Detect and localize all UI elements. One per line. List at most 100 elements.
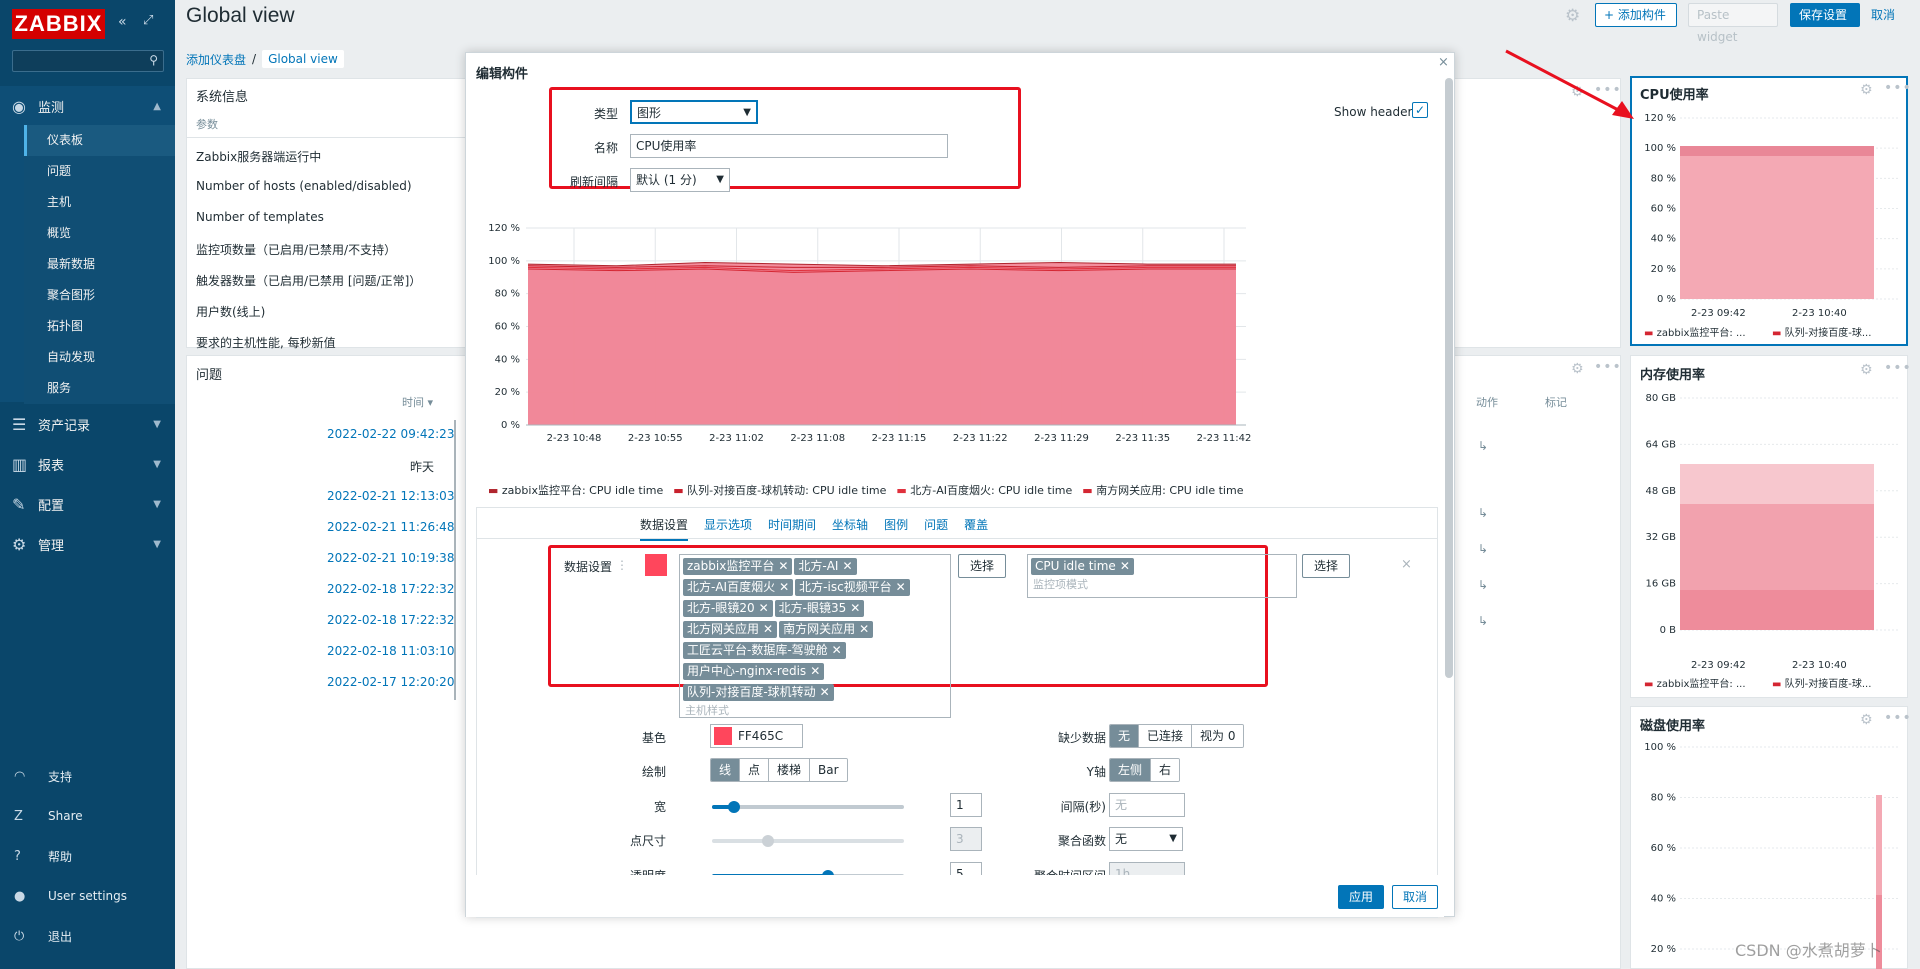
remove-tag-icon[interactable]: ✕ [850, 601, 860, 615]
remove-tag-icon[interactable]: ✕ [763, 622, 773, 636]
kiosk-icon[interactable]: ⤢ [143, 13, 153, 28]
tab-overrides[interactable]: 覆盖 [964, 516, 988, 541]
draw-points-option[interactable]: 点 [740, 759, 770, 781]
menu-user-settings[interactable]: ● User settings [0, 876, 175, 916]
base-color-input[interactable]: FF465C [710, 724, 803, 748]
dialog-scrollbar[interactable] [1445, 78, 1453, 678]
point-size-input[interactable]: 3 [950, 827, 982, 851]
y-axis-left-option[interactable]: 左侧 [1110, 759, 1152, 781]
action-icon[interactable]: ↳ [1478, 495, 1488, 531]
problem-time[interactable]: 2022-02-17 12:20:20 [327, 675, 454, 689]
aggregation-select[interactable]: 无 ▼ [1109, 827, 1183, 851]
remove-tag-icon[interactable]: ✕ [820, 685, 830, 699]
menu-monitoring[interactable]: ◉ 监测 ▲ [0, 86, 175, 126]
remove-tag-icon[interactable]: ✕ [842, 559, 852, 573]
draw-staircase-option[interactable]: 楼梯 [769, 759, 811, 781]
cancel-edit-link[interactable]: 取消 [1871, 6, 1895, 23]
gear-icon[interactable]: ⚙ [1565, 6, 1580, 26]
save-settings-button[interactable]: 保存设置 [1790, 3, 1860, 27]
missing-connected-option[interactable]: 已连接 [1139, 725, 1193, 747]
interval-input[interactable]: 无 [1109, 793, 1185, 817]
menu-administration[interactable]: ⚙ 管理 ▼ [0, 524, 175, 564]
y-axis-right-option[interactable]: 右 [1151, 759, 1180, 781]
problem-time[interactable]: 2022-02-18 17:22:32 [327, 613, 454, 627]
name-input[interactable]: CPU使用率 [630, 134, 948, 158]
menu-support[interactable]: ◠ 支持 [0, 756, 175, 796]
item-pattern-multiselect[interactable]: CPU idle time ✕ 监控项模式 [1027, 554, 1297, 598]
submenu-maps[interactable]: 拓扑图 [24, 311, 175, 342]
drag-handle-icon[interactable]: ⋮ [616, 558, 628, 572]
collapse-icon[interactable]: « [118, 14, 127, 30]
remove-tag-icon[interactable]: ✕ [832, 643, 842, 657]
problem-time[interactable]: 2022-02-21 11:26:48 [327, 520, 454, 534]
action-icon[interactable]: ↳ [1478, 567, 1488, 603]
submenu-dashboard[interactable]: 仪表板 [24, 125, 175, 156]
more-icon[interactable]: ••• [1594, 359, 1622, 375]
action-icon[interactable]: ↳ [1478, 603, 1488, 639]
slider-handle[interactable] [728, 801, 740, 813]
problem-time[interactable]: 2022-02-18 11:03:10 [327, 644, 454, 658]
menu-sign-out[interactable]: ⏻ 退出 [0, 916, 175, 956]
host-pattern-multiselect[interactable]: zabbix监控平台 ✕ 北方-AI ✕北方-AI百度烟火 ✕ 北方-isc视频平台 ✕北方… [679, 554, 951, 718]
search-icon[interactable]: ⚲ [149, 53, 158, 67]
tab-time-period[interactable]: 时间期间 [768, 516, 816, 541]
tab-legend[interactable]: 图例 [884, 516, 908, 541]
submenu-latest-data[interactable]: 最新数据 [24, 249, 175, 280]
close-icon[interactable]: × [1438, 55, 1449, 70]
menu-configuration[interactable]: ✎ 配置 ▼ [0, 484, 175, 524]
problem-time[interactable]: 2022-02-18 17:22:32 [327, 582, 454, 596]
missing-none-option[interactable]: 无 [1110, 725, 1140, 747]
remove-tag-icon[interactable]: ✕ [779, 580, 789, 594]
remove-tag-icon[interactable]: ✕ [859, 622, 869, 636]
dataset-color-swatch[interactable] [645, 554, 667, 576]
more-icon[interactable]: ••• [1884, 360, 1912, 376]
action-icon[interactable]: ↳ [1478, 428, 1488, 464]
more-icon[interactable]: ••• [1884, 80, 1912, 96]
remove-tag-icon[interactable]: ✕ [810, 664, 820, 678]
width-slider[interactable] [712, 801, 904, 813]
tab-problems[interactable]: 问题 [924, 516, 948, 541]
remove-tag-icon[interactable]: ✕ [1120, 559, 1130, 573]
problem-time[interactable]: 2022-02-21 12:13:03 [327, 489, 454, 503]
color-swatch[interactable] [714, 727, 732, 745]
breadcrumb-current[interactable]: Global view [262, 50, 344, 68]
slider-handle[interactable] [762, 835, 774, 847]
more-icon[interactable]: ••• [1884, 710, 1912, 726]
submenu-hosts[interactable]: 主机 [24, 187, 175, 218]
problem-time[interactable]: 2022-02-22 09:42:23 [327, 427, 454, 441]
select-items-button[interactable]: 选择 [1302, 554, 1350, 578]
width-input[interactable]: 1 [950, 793, 982, 817]
remove-dataset-icon[interactable]: × [1401, 557, 1412, 572]
tab-display-options[interactable]: 显示选项 [704, 516, 752, 541]
menu-inventory[interactable]: ☰ 资产记录 ▼ [0, 404, 175, 444]
zabbix-logo[interactable]: ZABBIX [12, 9, 105, 39]
menu-reports[interactable]: ▥ 报表 ▼ [0, 444, 175, 484]
type-select[interactable]: 图形 ▼ [630, 100, 758, 124]
breadcrumb-dashboards[interactable]: 添加仪表盘 [186, 51, 246, 68]
apply-button[interactable]: 应用 [1338, 885, 1384, 909]
problem-time[interactable]: 2022-02-21 10:19:38 [327, 551, 454, 565]
refresh-select[interactable]: 默认 (1 分) ▼ [630, 168, 730, 192]
sidebar-search-input[interactable]: ⚲ [12, 50, 164, 72]
col-time-header[interactable]: 时间 ▾ [402, 394, 433, 410]
missing-zero-option[interactable]: 视为 0 [1192, 725, 1244, 747]
paste-widget-button[interactable]: Paste widget [1688, 3, 1778, 44]
submenu-problems[interactable]: 问题 [24, 156, 175, 187]
submenu-discovery[interactable]: 自动发现 [24, 342, 175, 373]
tab-data-set[interactable]: 数据设置 [640, 516, 689, 541]
add-widget-button[interactable]: + 添加构件 [1595, 3, 1677, 27]
gear-icon[interactable]: ⚙ [1860, 712, 1873, 728]
remove-tag-icon[interactable]: ✕ [896, 580, 906, 594]
submenu-services[interactable]: 服务 [24, 373, 175, 404]
tab-axes[interactable]: 坐标轴 [832, 516, 868, 541]
action-icon[interactable]: ↳ [1478, 531, 1488, 567]
remove-tag-icon[interactable]: ✕ [778, 559, 788, 573]
draw-line-option[interactable]: 线 [711, 759, 741, 781]
submenu-overview[interactable]: 概览 [24, 218, 175, 249]
menu-help[interactable]: ? 帮助 [0, 836, 175, 876]
gear-icon[interactable]: ⚙ [1860, 362, 1873, 378]
menu-share[interactable]: Z Share [0, 796, 175, 836]
point-size-slider[interactable] [712, 835, 904, 847]
gear-icon[interactable]: ⚙ [1860, 82, 1873, 98]
cancel-button[interactable]: 取消 [1392, 885, 1438, 909]
